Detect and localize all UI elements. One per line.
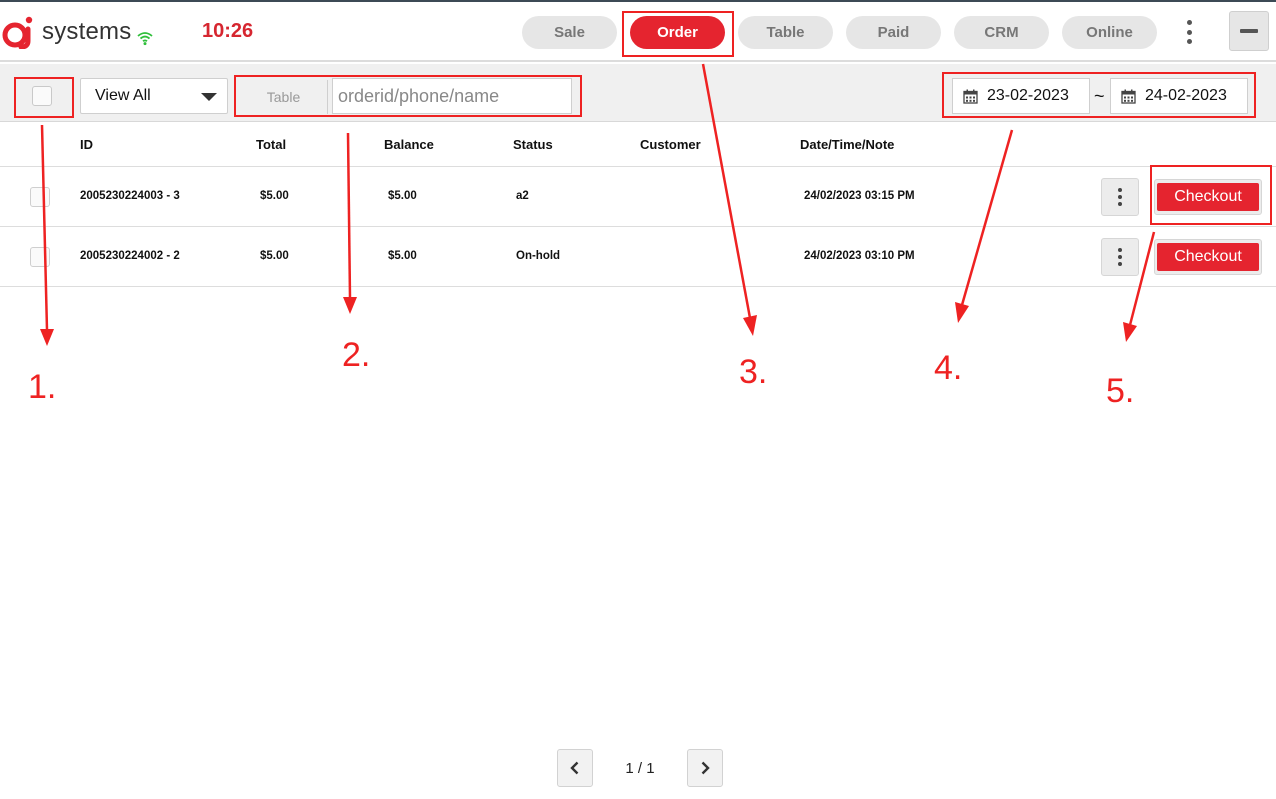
brand-logo: systems — [2, 14, 131, 50]
column-header-id: ID — [80, 137, 93, 152]
order-total: $5.00 — [260, 190, 289, 202]
next-page-button[interactable] — [687, 749, 723, 787]
column-header-datetime: Date/Time/Note — [800, 137, 895, 152]
view-filter-value: View All — [95, 87, 151, 104]
order-total: $5.00 — [260, 250, 289, 262]
order-list-screen: systems 10:26 Sale Order Table Paid CRM … — [0, 0, 1276, 799]
order-datetime: 24/02/2023 03:10 PM — [804, 250, 915, 262]
row-checkbox[interactable] — [30, 247, 50, 267]
brand-logo-mark-icon — [2, 16, 33, 49]
nav-crm-button[interactable]: CRM — [954, 16, 1049, 49]
annotation-box-4 — [942, 72, 1256, 118]
column-header-customer: Customer — [640, 137, 701, 152]
minimize-button[interactable] — [1229, 11, 1269, 51]
annotation-box-3 — [622, 11, 734, 57]
annotation-label-4: 4. — [934, 349, 963, 387]
order-datetime: 24/02/2023 03:15 PM — [804, 190, 915, 202]
checkout-label: Checkout — [1157, 243, 1259, 271]
order-status: On-hold — [516, 250, 561, 262]
prev-page-button[interactable] — [557, 749, 593, 787]
annotation-arrowhead-4 — [955, 302, 969, 323]
annotation-label-3: 3. — [739, 353, 768, 391]
row-more-icon[interactable] — [1101, 238, 1139, 276]
chevron-down-icon — [201, 93, 217, 101]
chevron-left-icon — [570, 761, 579, 775]
nav-paid-button[interactable]: Paid — [846, 16, 941, 49]
table-header — [0, 123, 1276, 167]
row-more-icon[interactable] — [1101, 178, 1139, 216]
annotation-arrowhead-2 — [343, 297, 357, 314]
nav-sale-button[interactable]: Sale — [522, 16, 617, 49]
nav-table-button[interactable]: Table — [738, 16, 833, 49]
annotation-label-1: 1. — [28, 368, 57, 406]
nav-online-button[interactable]: Online — [1062, 16, 1157, 49]
brand-name: systems — [42, 18, 132, 45]
row-checkbox[interactable] — [30, 187, 50, 207]
order-id: 2005230224003 - 3 — [80, 190, 180, 202]
annotation-box-2 — [234, 75, 582, 117]
column-header-balance: Balance — [384, 137, 434, 152]
annotation-label-5: 5. — [1106, 372, 1135, 410]
order-balance: $5.00 — [388, 250, 417, 262]
table-row[interactable] — [0, 227, 1276, 287]
chevron-right-icon — [701, 761, 710, 775]
clock-time: 10:26 — [202, 20, 254, 42]
order-balance: $5.00 — [388, 190, 417, 202]
view-filter-select[interactable]: View All — [80, 78, 228, 114]
annotation-box-1 — [14, 77, 74, 118]
annotation-arrowhead-1 — [40, 329, 54, 346]
wifi-icon — [137, 32, 153, 46]
annotation-arrowhead-5 — [1123, 322, 1137, 342]
order-status: a2 — [516, 190, 529, 202]
page-indicator: 1 / 1 — [625, 760, 655, 777]
annotation-label-2: 2. — [342, 336, 371, 374]
order-id: 2005230224002 - 2 — [80, 250, 180, 262]
more-vertical-icon[interactable] — [1180, 20, 1198, 44]
checkout-button[interactable]: Checkout — [1154, 239, 1262, 275]
column-header-total: Total — [256, 137, 287, 152]
window-top-strip — [0, 0, 1276, 2]
column-header-status: Status — [513, 137, 553, 152]
minimize-icon — [1240, 29, 1258, 33]
annotation-box-5 — [1150, 165, 1272, 225]
table-row[interactable] — [0, 167, 1276, 227]
annotation-arrowhead-3 — [743, 315, 757, 336]
